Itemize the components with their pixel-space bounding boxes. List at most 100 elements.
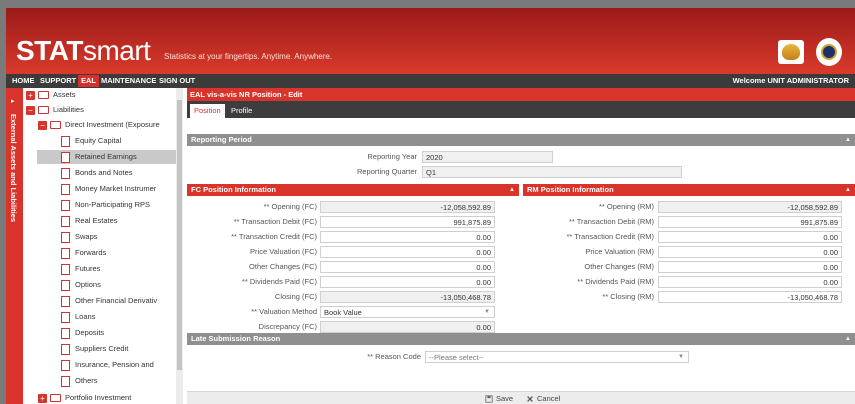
tree-item-others[interactable]: Others <box>61 374 176 388</box>
fc-price-valuation-label: Price Valuation (FC) <box>250 247 317 256</box>
fc-transaction-credit-label: ** Transaction Credit (FC) <box>231 232 317 241</box>
fc-other-changes-input[interactable]: 0.00 <box>320 261 495 273</box>
fc-closing-field: -13,050,468.78 <box>320 291 495 303</box>
rm-transaction-credit-input[interactable]: 0.00 <box>658 231 842 243</box>
tree-node-assets[interactable]: + Assets <box>26 88 76 102</box>
fc-other-changes-label: Other Changes (FC) <box>249 262 317 271</box>
tree-item-non-participating-rps[interactable]: Non-Participating RPS <box>61 198 176 212</box>
rm-dividends-paid-label: ** Dividends Paid (RM) <box>577 277 654 286</box>
fc-transaction-credit-input[interactable]: 0.00 <box>320 231 495 243</box>
reporting-quarter-label: Reporting Quarter <box>356 167 417 176</box>
document-icon <box>61 135 70 147</box>
reporting-quarter-field: Q1 <box>422 166 682 178</box>
document-icon <box>61 183 70 195</box>
tree-item-loans[interactable]: Loans <box>61 310 176 324</box>
fc-dividends-paid-input[interactable]: 0.00 <box>320 276 495 288</box>
rm-transaction-credit-label: ** Transaction Credit (RM) <box>566 232 654 241</box>
section-reporting-period[interactable]: Reporting Period ▲ <box>187 134 855 146</box>
scrollbar-thumb[interactable] <box>177 100 182 370</box>
fc-discrepancy-field: 0.00 <box>320 321 495 333</box>
tree-item-bonds-and-notes[interactable]: Bonds and Notes <box>61 166 176 180</box>
nav-maintenance[interactable]: MAINTENANCE <box>101 76 156 85</box>
collapse-up-icon[interactable]: ▲ <box>845 134 851 146</box>
tree-item-forwards[interactable]: Forwards <box>61 246 176 260</box>
nav-sign-out[interactable]: SIGN OUT <box>159 76 195 85</box>
tree-item-real-estates[interactable]: Real Estates <box>61 214 176 228</box>
tree-item-swaps[interactable]: Swaps <box>61 230 176 244</box>
rm-other-changes-input[interactable]: 0.00 <box>658 261 842 273</box>
folder-open-icon <box>38 106 49 115</box>
tree-item-deposits[interactable]: Deposits <box>61 326 176 340</box>
collapse-up-icon[interactable]: ▲ <box>845 333 851 345</box>
rm-transaction-debit-input[interactable]: 991,875.89 <box>658 216 842 228</box>
fc-price-valuation-input[interactable]: 0.00 <box>320 246 495 258</box>
app-header: STATsmart Statistics at your fingertips.… <box>6 8 855 74</box>
section-fc-position[interactable]: FC Position Information ▲ <box>187 184 519 196</box>
section-rm-position[interactable]: RM Position Information ▲ <box>523 184 855 196</box>
reason-code-select[interactable]: --Please select-- ▼ <box>425 351 689 363</box>
tree-item-futures[interactable]: Futures <box>61 262 176 276</box>
expand-plus-icon[interactable]: + <box>38 393 47 403</box>
rm-closing-field: -13,050,468.78 <box>658 291 842 303</box>
document-icon <box>61 199 70 211</box>
collapse-minus-icon[interactable]: − <box>38 120 47 130</box>
document-icon <box>61 279 70 291</box>
document-icon <box>61 327 70 339</box>
expand-arrow-icon[interactable]: ▸ <box>11 97 15 105</box>
tree-scrollbar[interactable] <box>176 88 183 404</box>
reason-code-label: ** Reason Code <box>367 352 421 361</box>
tree-item-equity-capital[interactable]: Equity Capital <box>61 134 176 148</box>
fc-opening-field: -12,058,592.89 <box>320 201 495 213</box>
collapse-up-icon[interactable]: ▲ <box>509 184 515 196</box>
reporting-year-field: 2020 <box>422 151 553 163</box>
fc-transaction-debit-label: ** Transaction Debit (FC) <box>233 217 317 226</box>
rm-dividends-paid-input[interactable]: 0.00 <box>658 276 842 288</box>
document-icon <box>61 375 70 387</box>
document-icon <box>61 343 70 355</box>
nav-home[interactable]: HOME <box>12 76 35 85</box>
tree-item-options[interactable]: Options <box>61 278 176 292</box>
rm-price-valuation-label: Price Valuation (RM) <box>585 247 654 256</box>
close-x-icon <box>527 396 533 402</box>
collapse-up-icon[interactable]: ▲ <box>845 184 851 196</box>
cancel-button[interactable]: Cancel <box>526 394 560 404</box>
document-icon <box>61 263 70 275</box>
document-icon <box>61 231 70 243</box>
fc-transaction-debit-input[interactable]: 991,875.89 <box>320 216 495 228</box>
tree-item-suppliers-credit[interactable]: Suppliers Credit <box>61 342 176 356</box>
document-icon <box>61 311 70 323</box>
document-icon <box>61 247 70 259</box>
reporting-year-label: Reporting Year <box>367 152 417 161</box>
tab-bar: Position Profile <box>187 101 855 118</box>
tab-position[interactable]: Position <box>190 104 225 118</box>
fc-opening-label: ** Opening (FC) <box>263 202 317 211</box>
chevron-down-icon[interactable]: ▼ <box>678 352 684 362</box>
document-icon <box>61 359 70 371</box>
document-icon <box>61 215 70 227</box>
chevron-down-icon[interactable]: ▼ <box>484 307 490 317</box>
tagline: Statistics at your fingertips. Anytime. … <box>164 52 333 61</box>
expand-plus-icon[interactable]: + <box>26 90 35 100</box>
top-nav: HOME SUPPORT EAL MAINTENANCE SIGN OUT We… <box>6 74 855 88</box>
tree-item-retained-earnings[interactable]: Retained Earnings <box>37 150 176 164</box>
valuation-method-select[interactable]: Book Value ▼ <box>320 306 495 318</box>
tree-node-direct-investment[interactable]: − Direct Investment (Exposure <box>38 118 160 132</box>
tree-node-liabilities[interactable]: − Liabilities <box>26 103 84 117</box>
fc-dividends-paid-label: ** Dividends Paid (FC) <box>241 277 317 286</box>
section-late-submission[interactable]: Late Submission Reason ▲ <box>187 333 855 345</box>
nav-support[interactable]: SUPPORT <box>40 76 76 85</box>
fc-closing-label: Closing (FC) <box>274 292 317 301</box>
sidebar-collapse-tab[interactable]: ▸ External Assets and Liabilities <box>6 88 23 404</box>
collapse-minus-icon[interactable]: − <box>26 105 35 115</box>
rm-opening-field: -12,058,592.89 <box>658 201 842 213</box>
save-button[interactable]: Save <box>485 394 513 404</box>
tree-item-insurance-pension[interactable]: Insurance, Pension and <box>61 358 176 372</box>
rm-price-valuation-input[interactable]: 0.00 <box>658 246 842 258</box>
nav-eal[interactable]: EAL <box>78 75 99 87</box>
tree-item-other-financial-derivatives[interactable]: Other Financial Derivativ <box>61 294 176 308</box>
rm-opening-label: ** Opening (RM) <box>598 202 654 211</box>
rm-transaction-debit-label: ** Transaction Debit (RM) <box>568 217 654 226</box>
tab-profile[interactable]: Profile <box>227 104 256 118</box>
tree-node-portfolio-investment[interactable]: + Portfolio Investment <box>38 391 131 404</box>
tree-item-money-market[interactable]: Money Market Instrumer <box>61 182 176 196</box>
